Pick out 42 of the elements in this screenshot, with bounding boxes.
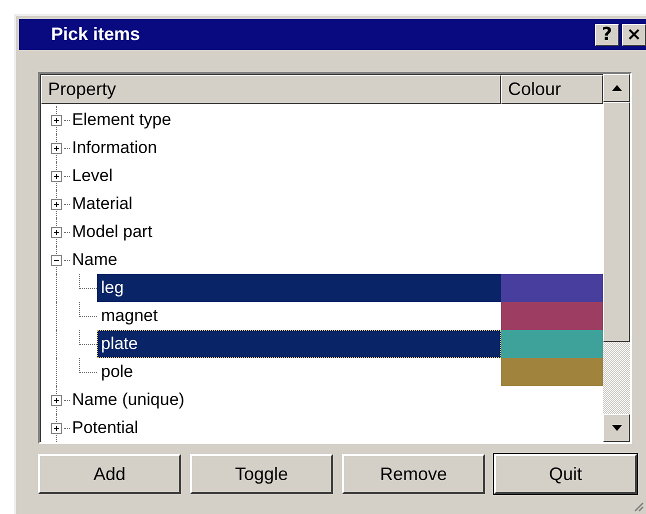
expand-icon[interactable] [51,114,62,126]
dialog-button[interactable]: Add [38,454,181,494]
tree-item[interactable]: Element type [72,110,172,130]
tree-connector [79,302,97,317]
dialog-button[interactable]: Remove [342,454,485,494]
tree-item[interactable]: pole [97,358,501,386]
tree-item[interactable]: leg [97,274,501,302]
window-title: Pick items [51,24,142,45]
colour-swatch[interactable] [501,358,603,386]
help-button[interactable]: ? [595,24,619,46]
colour-swatch[interactable] [501,302,603,330]
dialog-button[interactable]: Toggle [190,454,333,494]
expand-icon[interactable] [51,394,62,406]
scroll-thumb[interactable] [603,102,630,342]
expand-icon[interactable] [51,422,62,434]
tree-item[interactable]: Potential [72,418,138,438]
expand-icon[interactable] [51,226,62,238]
column-header[interactable]: Property [41,75,501,104]
scrollbar[interactable] [603,74,630,442]
close-button[interactable]: × [622,24,646,46]
expand-icon[interactable] [51,198,62,210]
expand-icon[interactable] [51,170,62,182]
scroll-up-button[interactable] [603,74,630,102]
tree-item[interactable]: Material [72,194,132,214]
colour-swatch[interactable] [501,330,603,358]
column-header[interactable]: Colour [501,75,603,104]
tree-connector [79,358,97,373]
dialog-button[interactable]: Quit [494,454,637,494]
collapse-icon[interactable] [51,254,62,266]
down-arrow-icon [612,425,622,431]
tree-item[interactable]: Level [72,166,113,186]
tree-item[interactable]: Name [72,250,118,270]
tree-item[interactable]: Information [72,138,158,158]
scroll-down-button[interactable] [603,414,630,442]
tree-item[interactable]: plate [97,330,501,358]
resize-grip-icon[interactable] [632,500,644,512]
tree-item[interactable]: Model part [72,222,152,242]
tree-item[interactable]: magnet [97,302,501,330]
colour-swatch[interactable] [501,274,603,302]
up-arrow-icon [612,85,622,91]
expand-icon[interactable] [51,142,62,154]
tree-item[interactable]: Name (unique) [72,390,184,410]
